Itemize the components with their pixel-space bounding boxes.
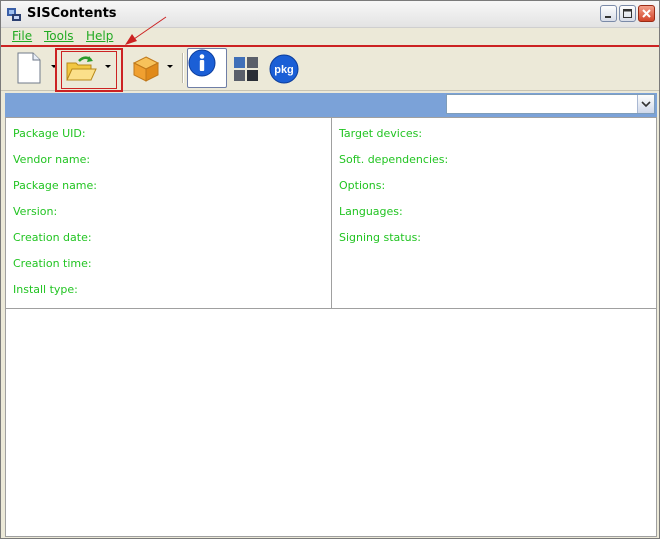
package-dropdown-icon[interactable]: [167, 65, 173, 68]
content-area: Package UID: Vendor name: Package name: …: [5, 117, 657, 537]
maximize-icon: [623, 9, 632, 18]
chevron-down-icon: [641, 101, 651, 108]
windows-icon: [234, 57, 258, 81]
open-dropdown-icon[interactable]: [105, 65, 111, 68]
close-icon: [642, 9, 651, 18]
version-label: Version:: [13, 205, 58, 218]
device-combo[interactable]: [446, 94, 655, 114]
soft-dependencies-label: Soft. dependencies:: [339, 153, 449, 166]
maximize-button[interactable]: [619, 5, 636, 22]
languages-label: Languages:: [339, 205, 403, 218]
app-window: SISContents File Tools Help pkg Package …: [0, 0, 660, 539]
install-type-label: Install type:: [13, 283, 78, 296]
creation-time-label: Creation time:: [13, 257, 92, 270]
minimize-button[interactable]: [600, 5, 617, 22]
windows-button[interactable]: [231, 49, 261, 87]
package-name-label: Package name:: [13, 179, 97, 192]
pkg-icon-label: pkg: [274, 64, 294, 76]
annotation-arrow-icon: [125, 16, 167, 45]
target-info-panel: Target devices: Soft. dependencies: Opti…: [332, 118, 656, 309]
package-info-panel: Package UID: Vendor name: Package name: …: [6, 118, 332, 309]
vendor-name-label: Vendor name:: [13, 153, 91, 166]
package-uid-label: Package UID:: [13, 127, 86, 140]
combo-dropdown-button[interactable]: [637, 95, 654, 113]
pkg-button[interactable]: pkg: [267, 49, 301, 87]
target-devices-label: Target devices:: [339, 127, 423, 140]
minimize-icon: [605, 16, 611, 18]
signing-status-label: Signing status:: [339, 231, 422, 244]
close-button[interactable]: [638, 5, 655, 22]
creation-date-label: Creation date:: [13, 231, 92, 244]
options-label: Options:: [339, 179, 386, 192]
pkg-icon: pkg: [269, 54, 299, 84]
